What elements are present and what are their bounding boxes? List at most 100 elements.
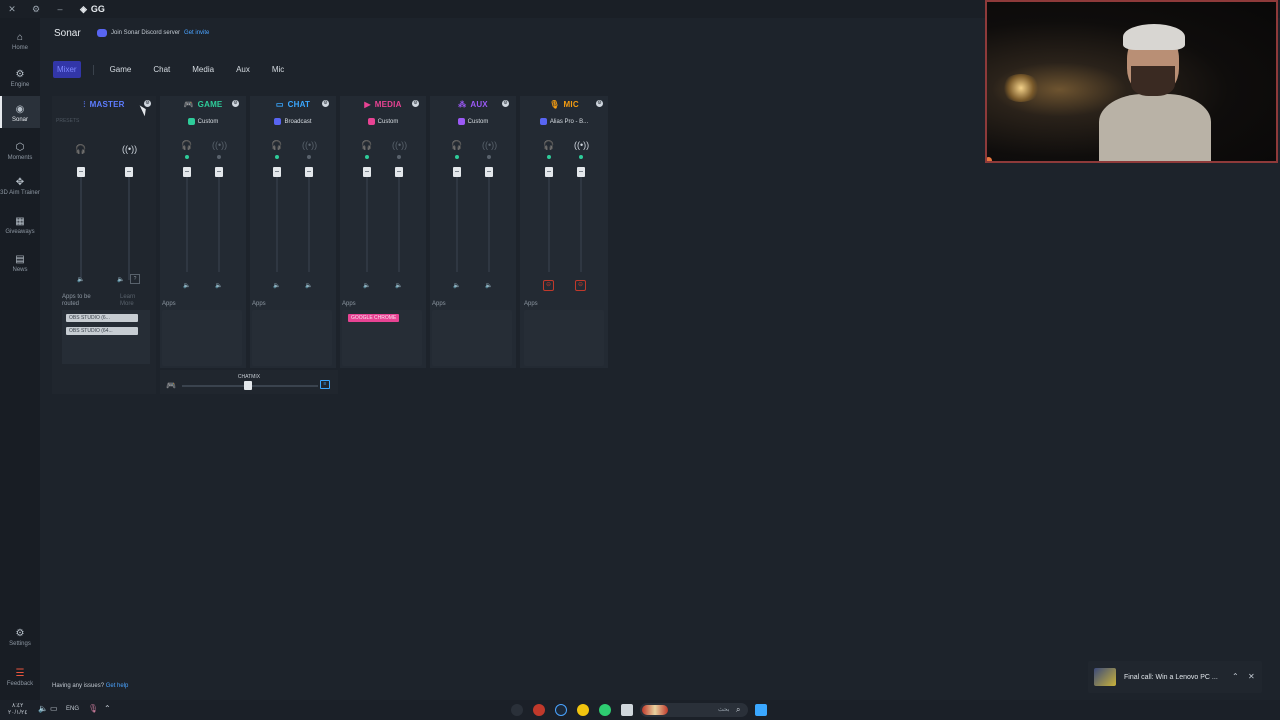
apps-label: Apps	[162, 301, 176, 307]
chat-stream-slider-thumb[interactable]	[305, 167, 313, 177]
learn-more-link[interactable]: Learn More	[120, 294, 144, 308]
game-stream-slider-track[interactable]	[218, 168, 220, 272]
master-gear-icon[interactable]: ⚙	[144, 100, 151, 107]
game-headphone-slider-thumb[interactable]	[183, 167, 191, 177]
aux-gear-icon[interactable]: ⚙	[502, 100, 509, 107]
mic-preset[interactable]: Alias Pro - B...	[520, 118, 608, 125]
home-icon: ⌂	[16, 32, 24, 43]
media-gear-icon[interactable]: ⚙	[412, 100, 419, 107]
chat-stream-mute-icon[interactable]: 🔈	[304, 282, 314, 289]
rail-item-engine[interactable]: ⚙ Engine	[0, 63, 40, 91]
language-indicator[interactable]: ENG	[66, 706, 79, 712]
game-headphone-slider-track[interactable]	[186, 168, 188, 272]
chat-mute-icon[interactable]: 🔈	[272, 282, 282, 289]
game-stream-slider-thumb[interactable]	[215, 167, 223, 177]
chrome-icon[interactable]	[599, 704, 611, 716]
gamepad-icon: 🎮	[183, 100, 194, 109]
master-stream-slider-thumb[interactable]	[125, 167, 133, 177]
game-mute-icon[interactable]: 🔈	[182, 282, 192, 289]
rail-item-moments[interactable]: ⬡ Moments	[0, 138, 40, 164]
aux-stream-mute-icon[interactable]: 🔈	[484, 282, 494, 289]
rail-item-giveaways[interactable]: ▦ Giveaways	[0, 214, 40, 238]
mic-headphone-slider-thumb[interactable]	[545, 167, 553, 177]
master-mute-stream-icon[interactable]: 🔈	[116, 276, 126, 283]
master-stream-slider-track[interactable]	[128, 168, 130, 280]
media-headphone-slider-track[interactable]	[366, 168, 368, 272]
tab-game[interactable]: Game	[110, 61, 132, 78]
help-badge[interactable]: ?	[130, 274, 140, 284]
taskbar-search[interactable]: بحث ⌕	[640, 703, 748, 717]
rail-item-news[interactable]: ▤ News	[0, 252, 40, 276]
aux-preset[interactable]: Custom	[430, 118, 516, 125]
windows-start-icon[interactable]	[755, 704, 767, 716]
game-preset[interactable]: Custom	[160, 118, 246, 125]
discord-invite-link[interactable]: Get invite	[184, 30, 209, 36]
aux-stream-slider-thumb[interactable]	[485, 167, 493, 177]
preset-label: Custom	[467, 119, 489, 126]
media-stream-slider-track[interactable]	[398, 168, 400, 272]
mic-headphone-slider-track[interactable]	[548, 168, 550, 272]
game-stream-mute-icon[interactable]: 🔈	[214, 282, 224, 289]
aux-headphone-slider-thumb[interactable]	[453, 167, 461, 177]
rail-item-home[interactable]: ⌂ Home	[0, 26, 40, 54]
master-mute-headphone-icon[interactable]: 🔈	[76, 276, 86, 283]
steam-icon[interactable]	[555, 704, 567, 716]
mic-stream-slider-track[interactable]	[580, 168, 582, 272]
file-explorer-icon[interactable]	[621, 704, 633, 716]
app-icon-red[interactable]	[533, 704, 545, 716]
rail-item-sonar[interactable]: ◉ Sonar	[0, 96, 40, 128]
chat-stream-slider-track[interactable]	[308, 168, 310, 272]
mic-stream-slider-thumb[interactable]	[577, 167, 585, 177]
tab-chat[interactable]: Chat	[153, 61, 170, 78]
tab-mic[interactable]: Mic	[272, 61, 284, 78]
app-chip-obs-1[interactable]: OBS STUDIO (6...	[66, 314, 138, 322]
tab-media[interactable]: Media	[192, 61, 214, 78]
media-mute-icon[interactable]: 🔈	[362, 282, 372, 289]
app-title: ◈ GG	[80, 4, 105, 15]
app-chip-obs-2[interactable]: OBS STUDIO (64...	[66, 327, 138, 335]
aux-mute-icon[interactable]: 🔈	[452, 282, 462, 289]
aux-stream-slider-track[interactable]	[488, 168, 490, 272]
chat-headphone-slider-track[interactable]	[276, 168, 278, 272]
play-icon: ▶	[364, 100, 371, 109]
close-icon[interactable]: ✕	[1248, 672, 1255, 681]
app-chip-chrome[interactable]: GOOGLE CHROME	[348, 314, 400, 322]
microphone-icon[interactable]: 🎙	[88, 704, 98, 713]
tab-aux[interactable]: Aux	[236, 61, 250, 78]
aux-headphone-slider-track[interactable]	[456, 168, 458, 272]
network-icon[interactable]: ▭	[50, 704, 58, 713]
game-gear-icon[interactable]: ⚙	[232, 100, 239, 107]
beard	[1131, 66, 1175, 96]
media-preset[interactable]: Custom	[340, 118, 426, 125]
chatmix-label: CHATMIX	[237, 374, 261, 380]
moments-icon: ⬡	[15, 142, 25, 153]
media-stream-slider-thumb[interactable]	[395, 167, 403, 177]
rail-item-feedback[interactable]: ☰ Feedback	[0, 666, 40, 690]
notification-toast[interactable]: Final call: Win a Lenovo PC ... ⌃ ✕	[1088, 661, 1262, 693]
chat-headphone-slider-thumb[interactable]	[273, 167, 281, 177]
close-icon[interactable]: ✕	[0, 4, 24, 15]
chevron-up-icon[interactable]: ⌃	[1232, 672, 1239, 681]
mic-stream-muted-icon[interactable]: ⊖	[575, 280, 586, 291]
master-headphone-slider-thumb[interactable]	[77, 167, 85, 177]
get-help-link[interactable]: Get help	[106, 683, 129, 689]
chat-preset[interactable]: Broadcast	[250, 118, 336, 125]
rail-item-aim-trainer[interactable]: ✥ 3D Aim Trainer	[0, 173, 40, 203]
clock[interactable]: ٨:٤٢ ٢٠/١/٢٤	[8, 703, 27, 717]
steelseries-gg-icon[interactable]	[511, 704, 523, 716]
master-headphone-slider-track[interactable]	[80, 168, 82, 280]
chat-gear-icon[interactable]: ⚙	[322, 100, 329, 107]
mic-title: MIC	[563, 100, 579, 109]
chatmix-slider-thumb[interactable]	[244, 381, 252, 390]
tab-mixer[interactable]: Mixer	[53, 61, 81, 78]
mic-gear-icon[interactable]: ⚙	[596, 100, 603, 107]
rail-item-settings[interactable]: ⚙ Settings	[0, 626, 40, 650]
app-icon-yellow[interactable]	[577, 704, 589, 716]
minimize-icon[interactable]: –	[48, 4, 72, 14]
speaker-icon[interactable]: 🔈	[38, 704, 48, 713]
media-stream-mute-icon[interactable]: 🔈	[394, 282, 404, 289]
settings-icon[interactable]: ⚙	[24, 4, 48, 15]
chevron-up-icon[interactable]: ⌃	[104, 704, 111, 713]
mic-muted-icon[interactable]: ⊖	[543, 280, 554, 291]
media-headphone-slider-thumb[interactable]	[363, 167, 371, 177]
